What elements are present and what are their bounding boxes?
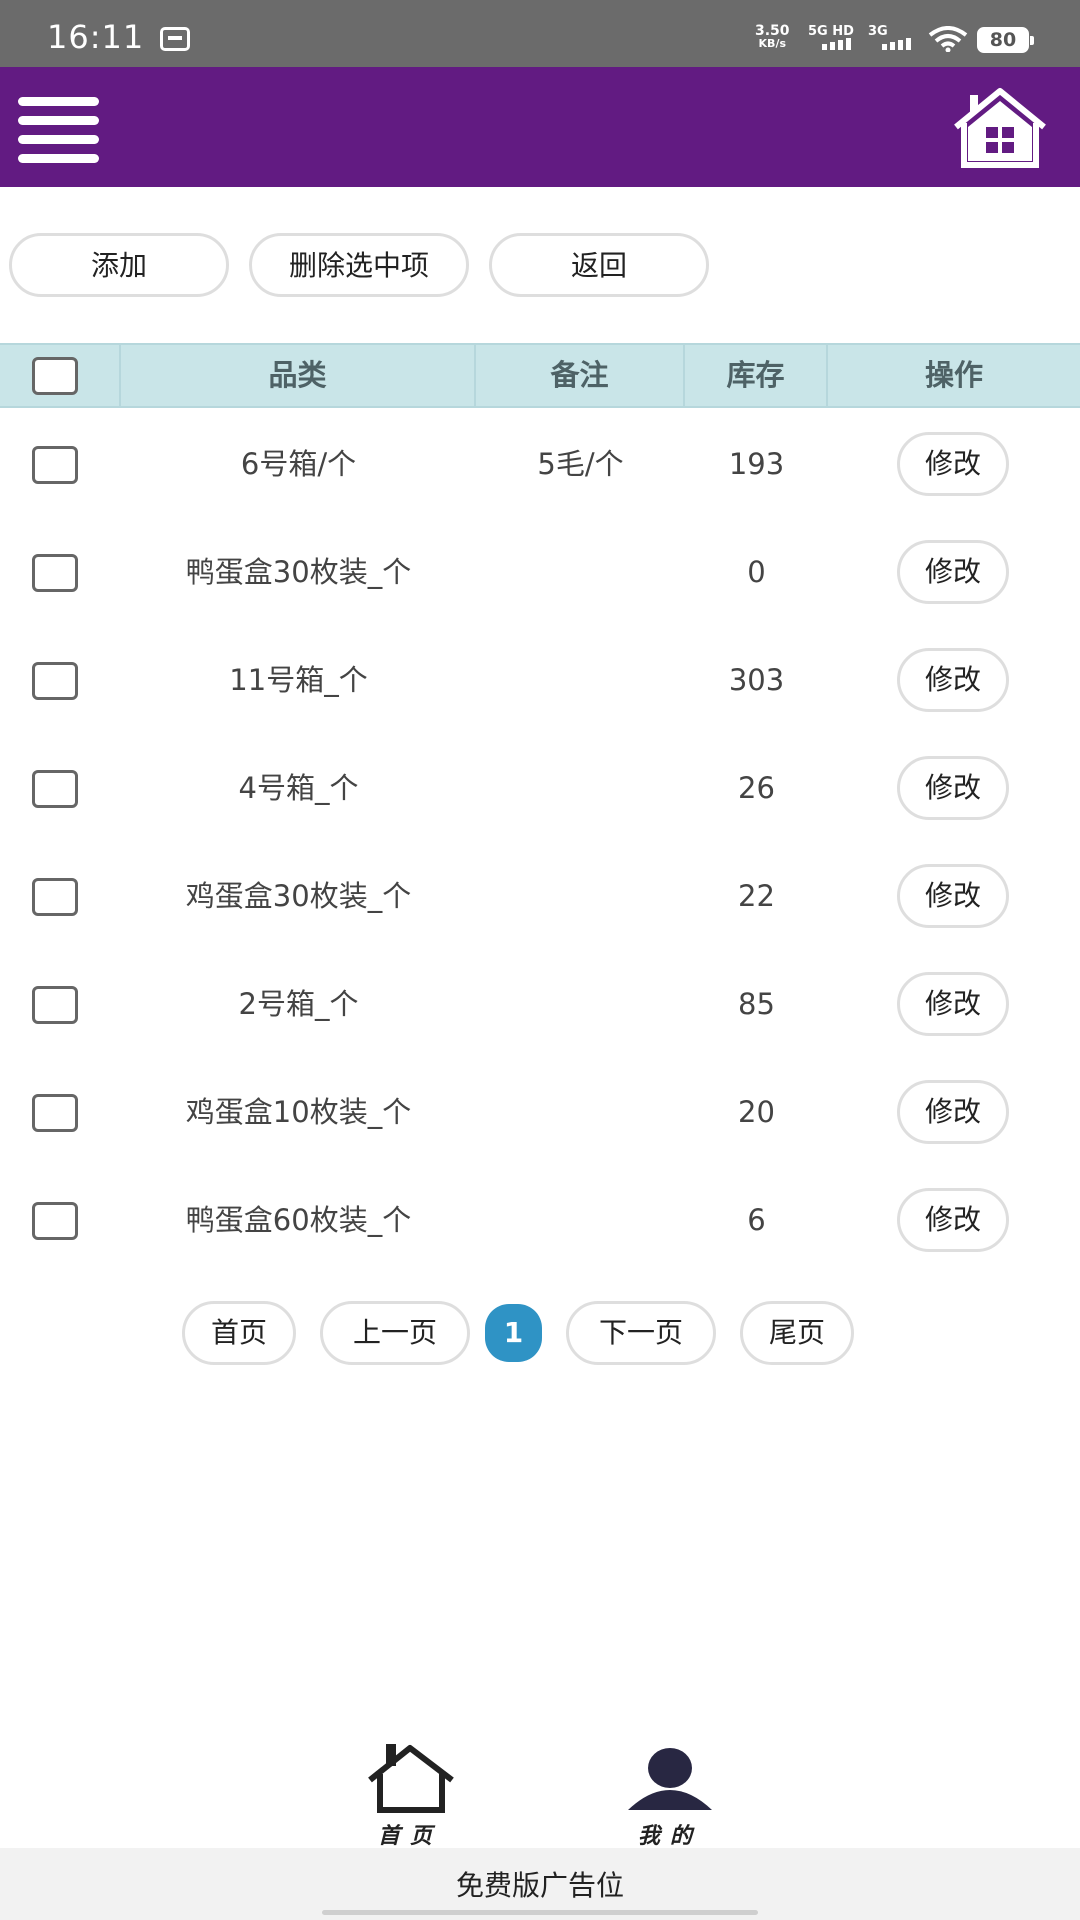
- row-note: [476, 842, 685, 950]
- row-stock: 20: [738, 1095, 775, 1129]
- last-page-button[interactable]: 尾页: [740, 1301, 854, 1365]
- network-type-2: 3G: [868, 24, 888, 39]
- app-bar: [0, 67, 1080, 187]
- table-row: 11号箱_个 303 修改: [0, 626, 1080, 734]
- wifi-icon: [928, 26, 968, 52]
- row-checkbox[interactable]: [32, 554, 78, 592]
- nav-mine-label: 我的: [637, 1823, 702, 1849]
- table-row: 4号箱_个 26 修改: [0, 734, 1080, 842]
- row-category: 2号箱_个: [238, 987, 359, 1021]
- row-note: [476, 734, 685, 842]
- table-row: 6号箱/个 5毛/个 193 修改: [0, 410, 1080, 518]
- signal-bars-icon: [822, 38, 851, 50]
- back-button[interactable]: 返回: [489, 233, 709, 297]
- row-note: [476, 626, 685, 734]
- status-time: 16:11: [47, 18, 145, 56]
- row-category: 鸭蛋盒30枚装_个: [185, 555, 412, 589]
- nav-home[interactable]: 首页: [350, 1740, 470, 1849]
- row-stock: 26: [738, 771, 775, 805]
- edit-button[interactable]: 修改: [897, 540, 1009, 604]
- prev-page-button[interactable]: 上一页: [320, 1301, 470, 1365]
- edit-button[interactable]: 修改: [897, 972, 1009, 1036]
- add-button[interactable]: 添加: [9, 233, 229, 297]
- table-row: 鸭蛋盒60枚装_个 6 修改: [0, 1166, 1080, 1274]
- row-category: 鸭蛋盒60枚装_个: [185, 1203, 412, 1237]
- row-checkbox[interactable]: [32, 446, 78, 484]
- table-row: 鸡蛋盒30枚装_个 22 修改: [0, 842, 1080, 950]
- bottom-nav: 首页 我的: [0, 1740, 1080, 1849]
- row-stock: 0: [747, 555, 766, 589]
- signal-bars-2-icon: [882, 38, 911, 50]
- header-action: 操作: [924, 358, 983, 392]
- row-note: [476, 1058, 685, 1166]
- row-note: [476, 518, 685, 626]
- row-checkbox[interactable]: [32, 878, 78, 916]
- toolbar: 添加 删除选中项 返回: [0, 233, 1080, 297]
- edit-button[interactable]: 修改: [897, 756, 1009, 820]
- pagination: 首页 上一页 1 下一页 尾页: [0, 1301, 1080, 1365]
- edit-button[interactable]: 修改: [897, 1188, 1009, 1252]
- row-category: 11号箱_个: [229, 663, 368, 697]
- battery-icon: 80: [977, 27, 1034, 53]
- current-page-button[interactable]: 1: [485, 1304, 542, 1362]
- row-stock: 6: [747, 1203, 766, 1237]
- row-checkbox[interactable]: [32, 662, 78, 700]
- network-speed: 3.50 KB/s: [755, 24, 790, 50]
- network-type-1: 5G HD: [808, 24, 854, 39]
- table-header: 品类 备注 库存 操作: [0, 343, 1080, 408]
- nav-home-label: 首页: [377, 1823, 442, 1849]
- edit-button[interactable]: 修改: [897, 648, 1009, 712]
- ad-banner[interactable]: 免费版广告位: [0, 1848, 1080, 1920]
- header-note: 备注: [476, 345, 685, 406]
- user-nav-icon: [628, 1748, 712, 1810]
- row-note: 5毛/个: [537, 447, 624, 481]
- row-stock: 303: [728, 663, 785, 697]
- row-checkbox[interactable]: [32, 1094, 78, 1132]
- row-note: [476, 1166, 685, 1274]
- edit-button[interactable]: 修改: [897, 864, 1009, 928]
- row-category: 4号箱_个: [238, 771, 359, 805]
- status-bar: 16:11 3.50 KB/s 5G HD 3G 80: [0, 0, 1080, 67]
- row-category: 鸡蛋盒30枚装_个: [185, 879, 412, 913]
- network-speed-unit: KB/s: [758, 37, 787, 50]
- row-checkbox[interactable]: [32, 1202, 78, 1240]
- notification-icon: [160, 27, 190, 51]
- select-all-checkbox[interactable]: [32, 357, 78, 395]
- row-note: [476, 950, 685, 1058]
- nav-mine[interactable]: 我的: [610, 1740, 730, 1849]
- home-nav-icon: [368, 1744, 454, 1813]
- gesture-handle: [322, 1910, 758, 1915]
- house-icon[interactable]: [950, 87, 1050, 171]
- hamburger-menu-icon[interactable]: [18, 97, 99, 163]
- header-stock: 库存: [685, 345, 828, 406]
- edit-button[interactable]: 修改: [897, 1080, 1009, 1144]
- header-category: 品类: [121, 345, 476, 406]
- row-stock: 22: [738, 879, 775, 913]
- header-select-cell: [0, 345, 121, 406]
- table-row: 2号箱_个 85 修改: [0, 950, 1080, 1058]
- row-category: 鸡蛋盒10枚装_个: [185, 1095, 412, 1129]
- edit-button[interactable]: 修改: [897, 432, 1009, 496]
- ad-text: 免费版广告位: [455, 1869, 624, 1902]
- table-row: 鸡蛋盒10枚装_个 20 修改: [0, 1058, 1080, 1166]
- row-stock: 193: [728, 447, 785, 481]
- row-checkbox[interactable]: [32, 986, 78, 1024]
- next-page-button[interactable]: 下一页: [566, 1301, 716, 1365]
- first-page-button[interactable]: 首页: [182, 1301, 296, 1365]
- delete-selected-button[interactable]: 删除选中项: [249, 233, 469, 297]
- row-stock: 85: [738, 987, 775, 1021]
- table-row: 鸭蛋盒30枚装_个 0 修改: [0, 518, 1080, 626]
- network-speed-value: 3.50: [755, 23, 790, 39]
- row-category: 6号箱/个: [240, 447, 357, 481]
- row-checkbox[interactable]: [32, 770, 78, 808]
